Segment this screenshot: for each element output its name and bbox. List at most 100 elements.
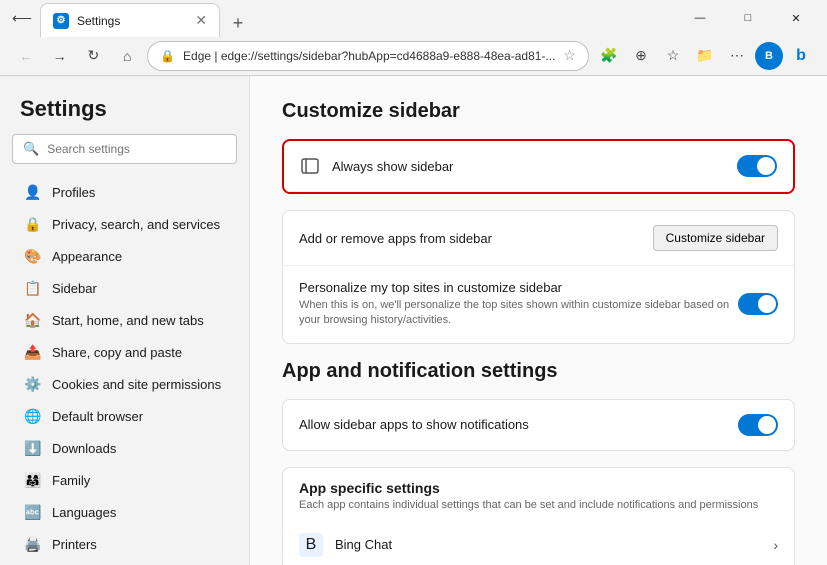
sidebar-icon-default-browser: 🌐 [24, 407, 42, 425]
sidebar-item-profiles[interactable]: 👤 Profiles [4, 176, 245, 208]
chevron-icon-bing-chat: › [773, 537, 778, 553]
maximize-btn[interactable]: □ [725, 2, 771, 34]
sidebar-label-sidebar: Sidebar [52, 281, 97, 296]
sidebar-icon-languages: 🔤 [24, 503, 42, 521]
sidebar-label-default-browser: Default browser [52, 409, 143, 424]
address-bar[interactable]: 🔒 Edge | edge://settings/sidebar?hubApp=… [147, 41, 589, 71]
extensions-btn[interactable]: 🧩 [595, 42, 623, 70]
lock-icon: 🔒 [160, 49, 175, 63]
sidebar-item-system[interactable]: 💻 System and performance [4, 560, 245, 565]
sidebar-label-downloads: Downloads [52, 441, 116, 456]
app-name-bing-chat: Bing Chat [335, 537, 773, 552]
sidebar-item-appearance[interactable]: 🎨 Appearance [4, 240, 245, 272]
title-bar: ⟵ ⚙ Settings ✕ + — □ ✕ [0, 0, 827, 36]
app-item-bing-chat[interactable]: B Bing Chat › [283, 519, 794, 565]
main-content: Settings 🔍 👤 Profiles 🔒 Privacy, search,… [0, 76, 827, 565]
customize-sidebar-title: Customize sidebar [282, 100, 795, 123]
sidebar-item-privacy[interactable]: 🔒 Privacy, search, and services [4, 208, 245, 240]
always-show-row: Always show sidebar [284, 141, 793, 192]
sidebar-label-cookies: Cookies and site permissions [52, 377, 221, 392]
profile-btn[interactable]: B [755, 42, 783, 70]
sidebar-item-default-browser[interactable]: 🌐 Default browser [4, 400, 245, 432]
add-remove-row: Add or remove apps from sidebar Customiz… [283, 211, 794, 266]
browser-toolbar: ← → ↻ ⌂ 🔒 Edge | edge://settings/sidebar… [0, 36, 827, 76]
sidebar-item-languages[interactable]: 🔤 Languages [4, 496, 245, 528]
personalize-text: Personalize my top sites in customize si… [299, 280, 738, 329]
sidebar-icon [300, 156, 320, 176]
sidebar-item-sidebar[interactable]: 📋 Sidebar [4, 272, 245, 304]
home-button[interactable]: ⌂ [113, 42, 141, 70]
collections-btn[interactable]: 📁 [691, 42, 719, 70]
search-icon: 🔍 [23, 141, 39, 157]
sidebar-item-downloads[interactable]: ⬇️ Downloads [4, 432, 245, 464]
tab-close-btn[interactable]: ✕ [195, 12, 207, 29]
sidebar-item-cookies[interactable]: ⚙️ Cookies and site permissions [4, 368, 245, 400]
always-show-toggle[interactable] [737, 155, 777, 177]
toolbar-action-icons: 🧩 ⊕ ☆ 📁 ⋯ B b [595, 42, 815, 70]
close-btn[interactable]: ✕ [773, 2, 819, 34]
sidebar-icon-downloads: ⬇️ [24, 439, 42, 457]
customize-sidebar-button[interactable]: Customize sidebar [653, 225, 778, 251]
browser-menu-btn[interactable]: ⋯ [723, 42, 751, 70]
personalize-toggle[interactable] [738, 293, 778, 315]
search-input[interactable] [47, 142, 226, 156]
add-remove-label: Add or remove apps from sidebar [299, 231, 653, 246]
add-remove-card: Add or remove apps from sidebar Customiz… [282, 210, 795, 344]
sidebar-item-printers[interactable]: 🖨️ Printers [4, 528, 245, 560]
new-tab-button[interactable]: + [224, 9, 252, 37]
app-specific-sub: Each app contains individual settings th… [299, 499, 778, 511]
sidebar-icon-family: 👨‍👩‍👧 [24, 471, 42, 489]
sidebar-label-printers: Printers [52, 537, 97, 552]
sidebar-items-container: 👤 Profiles 🔒 Privacy, search, and servic… [0, 176, 249, 565]
allow-notifications-label: Allow sidebar apps to show notifications [299, 417, 738, 432]
personalize-row: Personalize my top sites in customize si… [283, 266, 794, 343]
app-icon-bing-chat: B [299, 533, 323, 557]
personalize-sub: When this is on, we'll personalize the t… [299, 298, 738, 329]
sidebar-label-appearance: Appearance [52, 249, 122, 264]
sidebar-icon-profiles: 👤 [24, 183, 42, 201]
sidebar-item-family[interactable]: 👨‍👩‍👧 Family [4, 464, 245, 496]
minimize-btn[interactable]: — [677, 2, 723, 34]
favorites-btn[interactable]: ☆ [659, 42, 687, 70]
settings-tab[interactable]: ⚙ Settings ✕ [40, 3, 220, 37]
sidebar-icon-privacy: 🔒 [24, 215, 42, 233]
app-specific-header: App specific settings Each app contains … [283, 468, 794, 519]
app-notification-title: App and notification settings [282, 360, 795, 383]
personalize-label: Personalize my top sites in customize si… [299, 280, 738, 295]
refresh-button[interactable]: ↻ [80, 42, 108, 70]
sidebar-label-share-copy: Share, copy and paste [52, 345, 182, 360]
sidebar-icon-start-home: 🏠 [24, 311, 42, 329]
sidebar-label-family: Family [52, 473, 90, 488]
forward-button[interactable]: → [46, 42, 74, 70]
app-specific-card: App specific settings Each app contains … [282, 467, 795, 565]
settings-sidebar: Settings 🔍 👤 Profiles 🔒 Privacy, search,… [0, 76, 250, 565]
sidebar-label-profiles: Profiles [52, 185, 95, 200]
sidebar-item-share-copy[interactable]: 📤 Share, copy and paste [4, 336, 245, 368]
allow-notifications-row: Allow sidebar apps to show notifications [283, 400, 794, 450]
sidebar-label-privacy: Privacy, search, and services [52, 217, 220, 232]
settings-title: Settings [0, 76, 249, 134]
sidebar-item-start-home[interactable]: 🏠 Start, home, and new tabs [4, 304, 245, 336]
sidebar-icon-share-copy: 📤 [24, 343, 42, 361]
allow-notifications-toggle[interactable] [738, 414, 778, 436]
back-button[interactable]: ← [12, 42, 40, 70]
sidebar-icon-sidebar: 📋 [24, 279, 42, 297]
tab-title-label: Settings [77, 14, 187, 28]
copilot-btn[interactable]: b [787, 42, 815, 70]
sidebar-label-languages: Languages [52, 505, 116, 520]
add-btn[interactable]: ⊕ [627, 42, 655, 70]
always-show-label: Always show sidebar [332, 159, 737, 174]
star-icon[interactable]: ☆ [563, 47, 576, 64]
window-controls: — □ ✕ [677, 2, 819, 34]
search-box[interactable]: 🔍 [12, 134, 237, 164]
settings-content: Customize sidebar Always show sidebar Ad… [250, 76, 827, 565]
always-show-sidebar-card: Always show sidebar [282, 139, 795, 194]
sidebar-icon-appearance: 🎨 [24, 247, 42, 265]
browser-chrome: ⟵ ⚙ Settings ✕ + — □ ✕ ← → ↻ ⌂ 🔒 Edge | … [0, 0, 827, 76]
app-specific-title: App specific settings [299, 480, 778, 496]
sidebar-icon-cookies: ⚙️ [24, 375, 42, 393]
nav-back-btn[interactable]: ⟵ [8, 4, 36, 32]
tab-favicon: ⚙ [53, 13, 69, 29]
address-text: Edge | edge://settings/sidebar?hubApp=cd… [183, 49, 555, 63]
sidebar-label-start-home: Start, home, and new tabs [52, 313, 204, 328]
